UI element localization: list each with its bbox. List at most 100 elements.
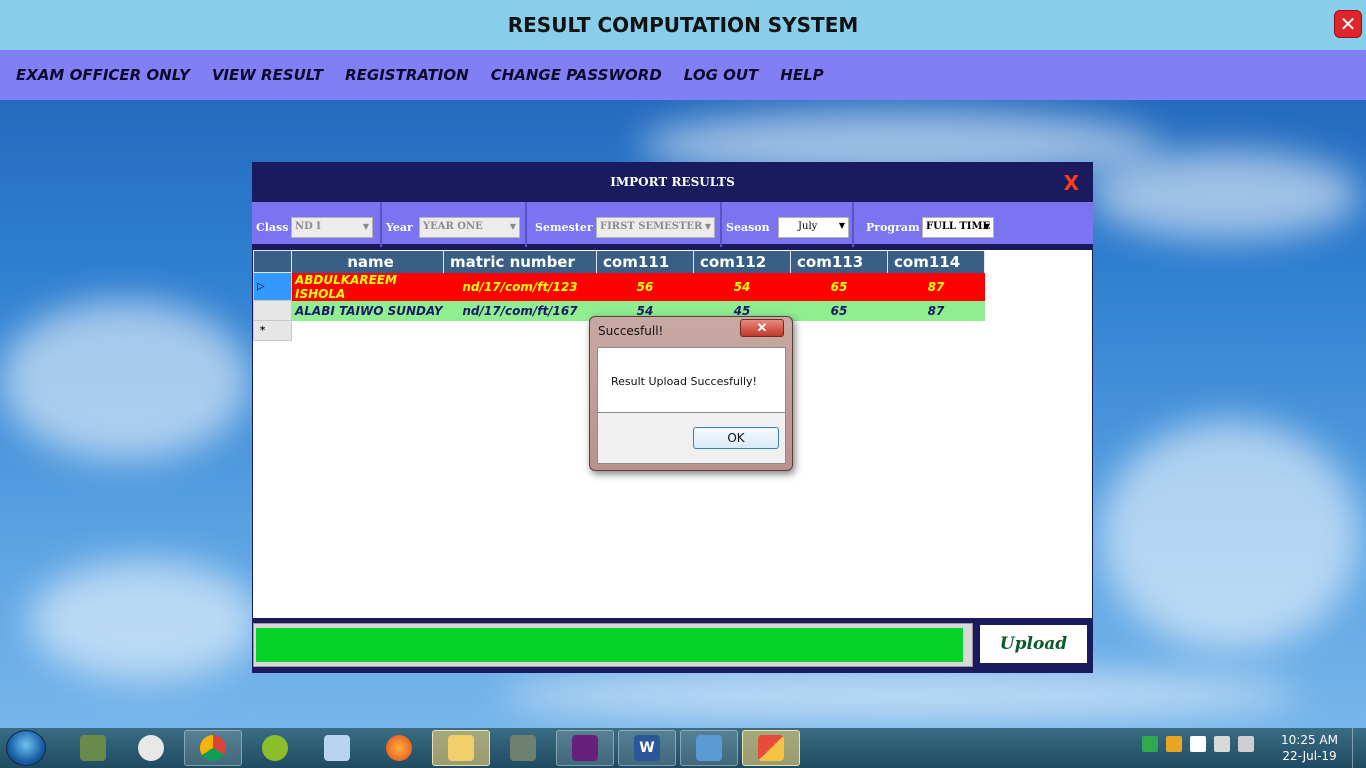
chrome-icon[interactable] [184, 730, 242, 766]
volume-icon[interactable] [1238, 736, 1254, 752]
row-header-corner [253, 250, 292, 273]
firefox-icon[interactable] [370, 730, 428, 766]
cell-com111[interactable]: 56 [596, 272, 694, 301]
cell-com114[interactable]: 87 [887, 300, 985, 321]
cloud [500, 670, 1300, 720]
tree-app-icon[interactable] [494, 730, 552, 766]
dialog-close-button[interactable]: X [1064, 171, 1079, 195]
snipping-tool-icon[interactable] [122, 730, 180, 766]
menu-exam-officer-only[interactable]: EXAM OFFICER ONLY [16, 66, 190, 84]
program-select[interactable]: FULL TIME ▼ [922, 217, 994, 238]
system-tray [1142, 736, 1254, 752]
chameleon-app-icon[interactable] [246, 730, 304, 766]
windows-form-app-icon[interactable] [742, 730, 800, 766]
new-row-marker[interactable]: * [253, 320, 292, 341]
message-box-title: Succesfull! [598, 324, 664, 338]
class-label: Class [256, 221, 289, 234]
dialog-title: IMPORT RESULTS [610, 175, 735, 189]
program-label: Program [866, 221, 920, 234]
cell-name[interactable]: ALABI TAIWO SUNDAY [291, 300, 444, 321]
word-icon[interactable]: W [618, 730, 676, 766]
year-select[interactable]: YEAR ONE ▼ [419, 217, 520, 238]
word-letter: W [634, 735, 660, 761]
class-value: ND I [295, 221, 321, 232]
menu-registration[interactable]: REGISTRATION [345, 66, 469, 84]
message-box-footer: OK [597, 413, 786, 464]
semester-select[interactable]: FIRST SEMESTER ▼ [596, 217, 715, 238]
row-header[interactable] [253, 300, 292, 321]
clock-date: 22-Jul-19 [1282, 749, 1337, 763]
cell-com112[interactable]: 54 [693, 272, 791, 301]
col-header-com112[interactable]: com112 [693, 250, 791, 273]
power-icon[interactable] [1214, 736, 1230, 752]
chevron-down-icon: ▼ [509, 221, 516, 231]
divider [525, 202, 527, 247]
menu-bar: EXAM OFFICER ONLY VIEW RESULT REGISTRATI… [0, 50, 1366, 100]
app-titlebar: RESULT COMPUTATION SYSTEM ✕ [0, 0, 1366, 50]
network-icon[interactable] [1166, 736, 1182, 752]
col-header-name[interactable]: name [291, 250, 444, 273]
season-value: July [798, 221, 818, 232]
col-header-com111[interactable]: com111 [596, 250, 694, 273]
menu-log-out[interactable]: LOG OUT [684, 66, 758, 84]
cloud [1100, 420, 1360, 650]
season-select[interactable]: July ▼ [778, 217, 849, 238]
message-box-close-button[interactable]: ✕ [740, 319, 784, 337]
chevron-down-icon: ▼ [362, 221, 369, 231]
cell-com113[interactable]: 65 [790, 272, 888, 301]
file-explorer-icon[interactable] [432, 730, 490, 766]
divider [852, 202, 854, 247]
program-value: FULL TIME [926, 221, 991, 232]
show-desktop-button[interactable] [1352, 728, 1366, 768]
close-icon[interactable]: ✕ [1334, 10, 1362, 38]
col-header-com114[interactable]: com114 [887, 250, 985, 273]
upload-bar: Upload [252, 618, 1093, 673]
visual-studio-icon[interactable] [556, 730, 614, 766]
semester-label: Semester [535, 221, 593, 234]
filter-bar: Class ND I ▼ Year YEAR ONE ▼ Semester FI… [252, 202, 1093, 247]
class-select[interactable]: ND I ▼ [291, 217, 373, 238]
divider [380, 202, 382, 247]
cell-com114[interactable]: 87 [887, 272, 985, 301]
upload-button[interactable]: Upload [978, 623, 1089, 665]
semester-value: FIRST SEMESTER [600, 221, 703, 232]
image-viewer-icon[interactable] [680, 730, 738, 766]
ok-button[interactable]: OK [693, 427, 779, 449]
col-header-matric[interactable]: matric number [443, 250, 597, 273]
chevron-down-icon: ▼ [983, 221, 990, 231]
upload-progress-bar [253, 623, 973, 667]
virtualbox-icon[interactable] [308, 730, 366, 766]
current-row-indicator[interactable]: ▷ [253, 272, 292, 301]
menu-help[interactable]: HELP [780, 66, 823, 84]
menu-view-result[interactable]: VIEW RESULT [212, 66, 323, 84]
cell-com113[interactable]: 65 [790, 300, 888, 321]
cloud [1090, 150, 1360, 240]
tray-app-icon[interactable] [1142, 736, 1158, 752]
flag-icon[interactable] [1190, 736, 1206, 752]
dialog-header: IMPORT RESULTS X [252, 162, 1093, 202]
year-label: Year [386, 221, 413, 234]
progress-fill [256, 628, 963, 662]
taskbar: W 10:25 AM 22-Jul-19 [0, 728, 1366, 768]
cell-matric[interactable]: nd/17/com/ft/167 [443, 300, 597, 321]
start-button[interactable] [6, 730, 46, 766]
chevron-down-icon: ▼ [838, 221, 845, 230]
message-text: Result Upload Succesfully! [611, 375, 757, 388]
clock-time: 10:25 AM [1281, 733, 1338, 747]
season-label: Season [726, 221, 770, 234]
tool-app-icon[interactable] [64, 730, 122, 766]
cloud [30, 560, 260, 680]
app-title: RESULT COMPUTATION SYSTEM [507, 13, 859, 37]
col-header-com113[interactable]: com113 [790, 250, 888, 273]
cell-name[interactable]: ABDULKAREEM ISHOLA [291, 272, 444, 301]
clock[interactable]: 10:25 AM 22-Jul-19 [1281, 732, 1338, 764]
table-row[interactable]: ▷ ABDULKAREEM ISHOLA nd/17/com/ft/123 56… [253, 272, 985, 301]
success-message-box: Succesfull! ✕ Result Upload Succesfully!… [589, 316, 793, 471]
chevron-down-icon: ▼ [704, 221, 711, 231]
menu-change-password[interactable]: CHANGE PASSWORD [491, 66, 662, 84]
cell-matric[interactable]: nd/17/com/ft/123 [443, 272, 597, 301]
message-box-body: Result Upload Succesfully! [597, 347, 786, 413]
cloud [0, 300, 250, 460]
year-value: YEAR ONE [423, 221, 483, 232]
divider [720, 202, 722, 247]
